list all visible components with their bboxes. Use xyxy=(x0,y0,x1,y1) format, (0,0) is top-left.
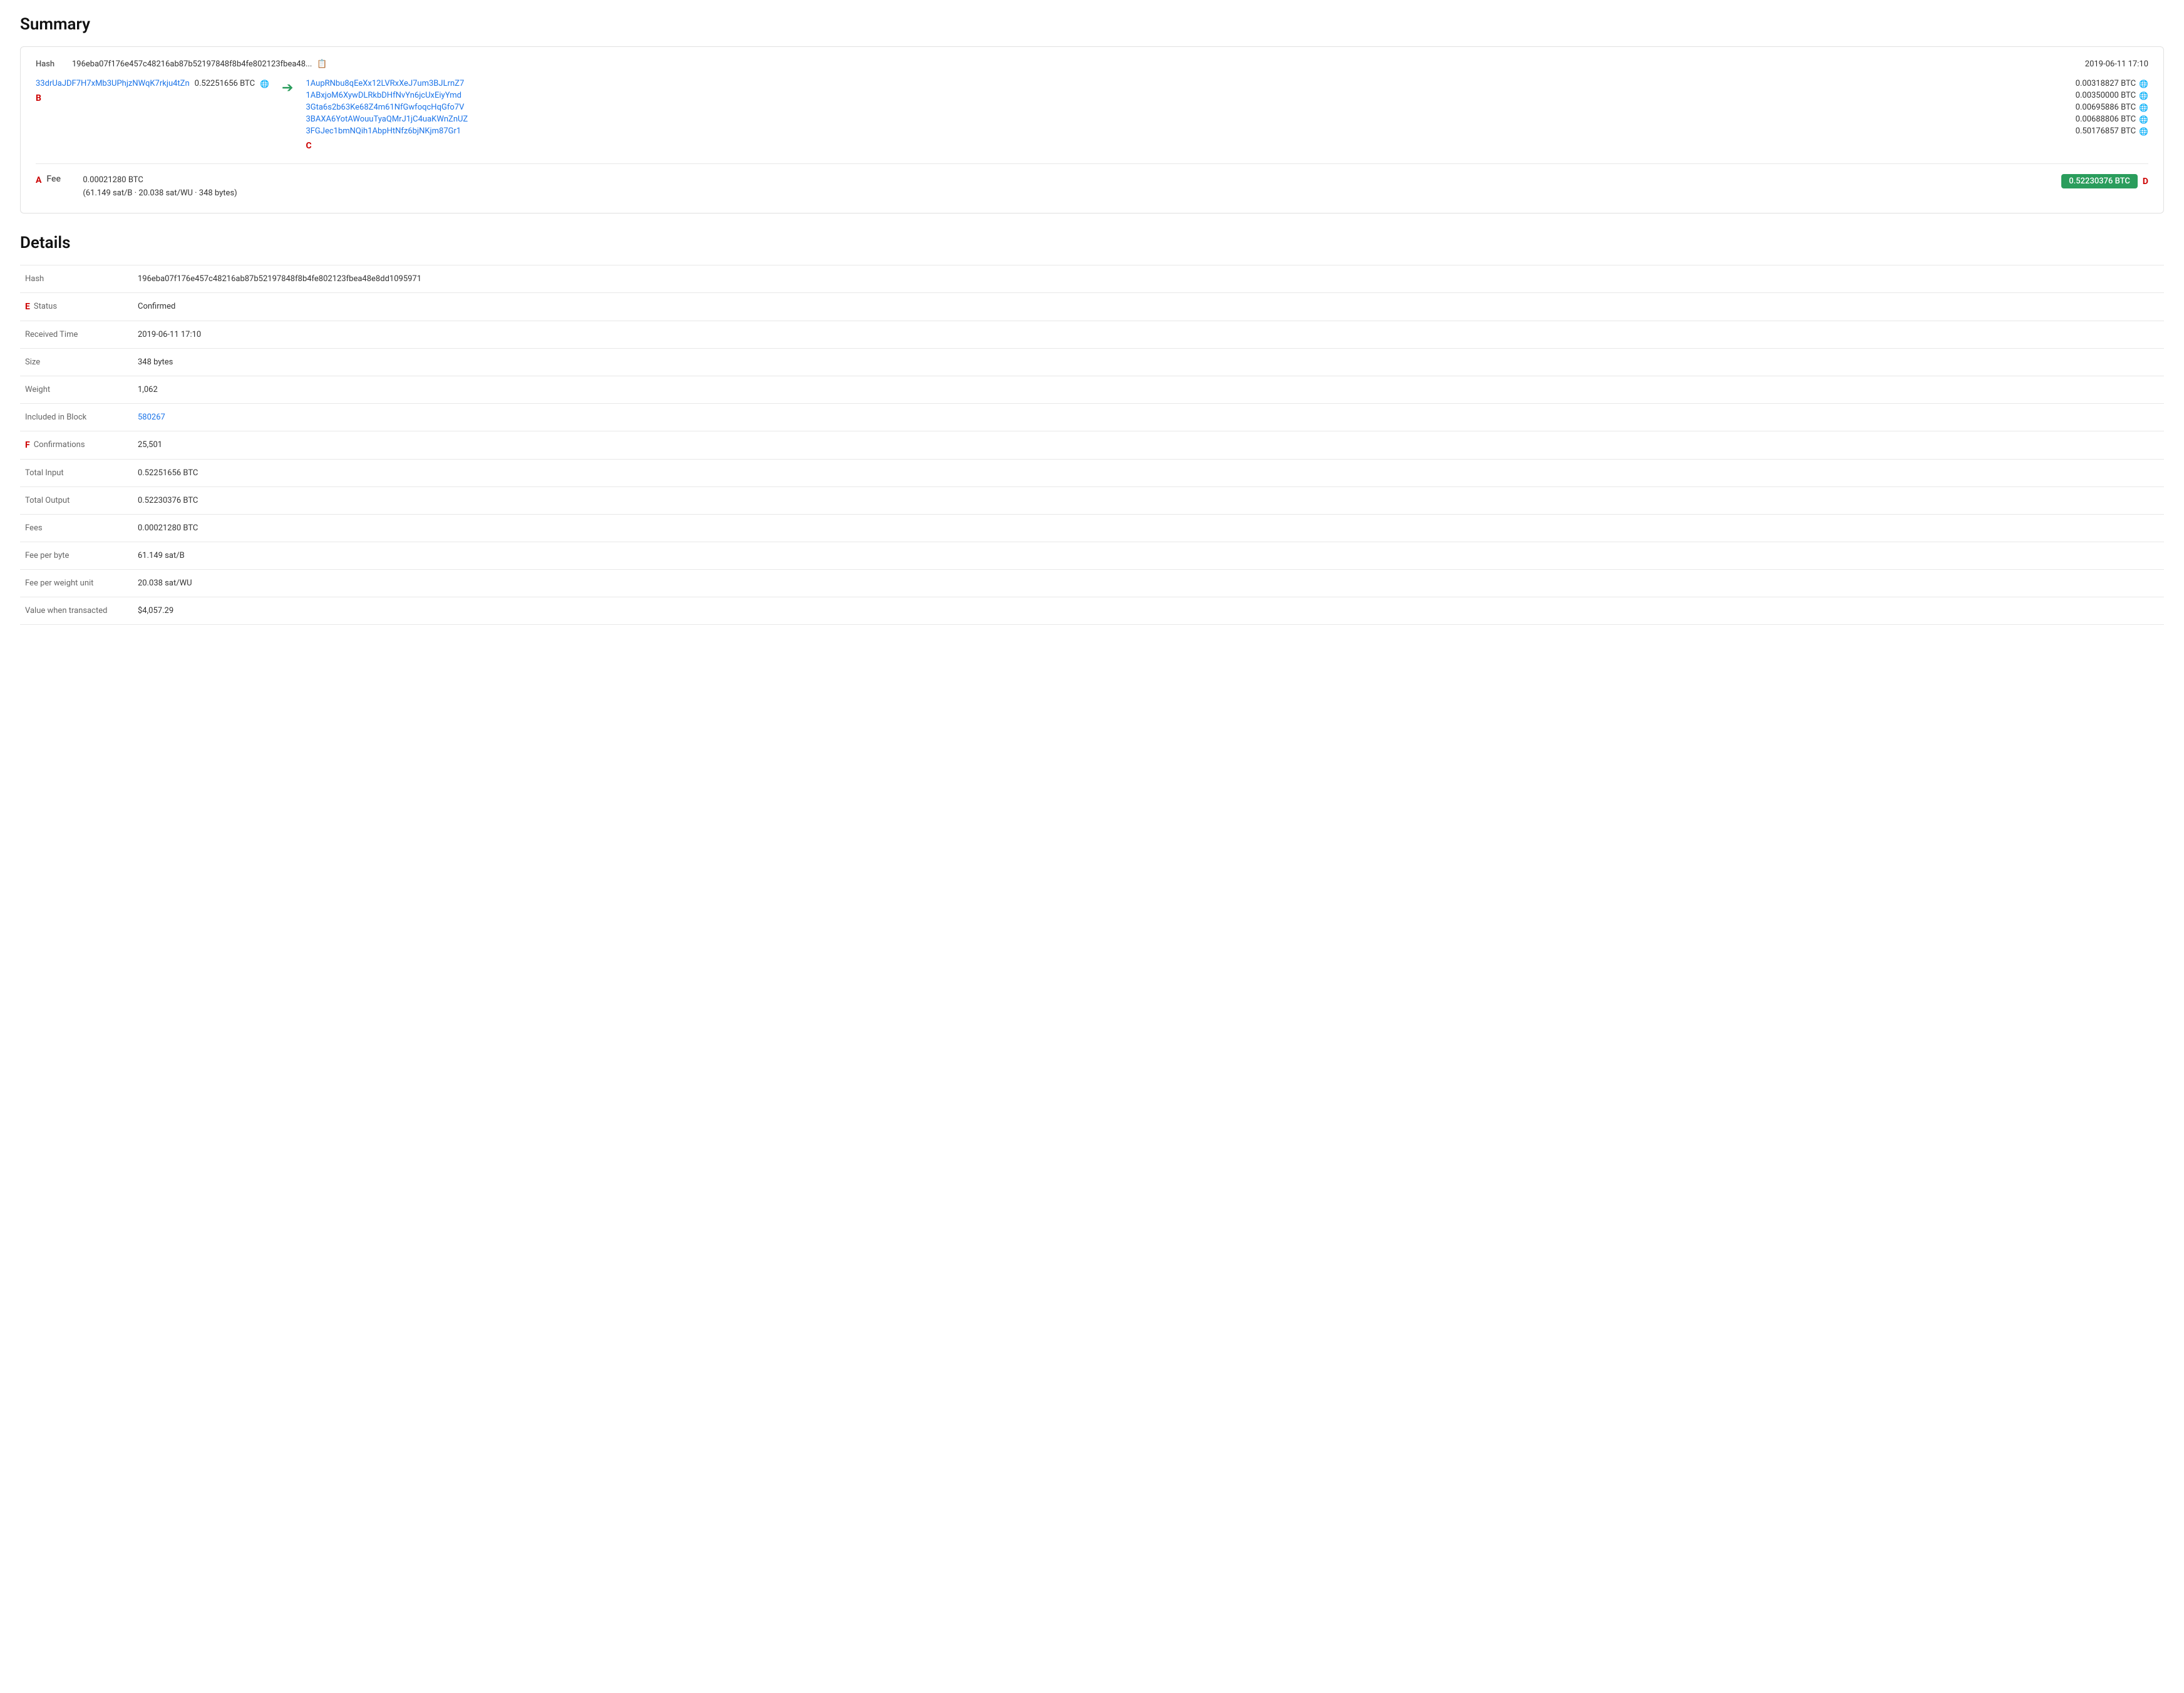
detail-label-status: E Status xyxy=(20,293,133,321)
output-amount-2: 0.00350000 BTC 🌐 xyxy=(2076,91,2148,100)
hash-row: Hash 196eba07f176e457c48216ab87b52197848… xyxy=(36,59,327,69)
detail-value-fees: 0.00021280 BTC xyxy=(133,514,2164,542)
detail-value-status: Confirmed xyxy=(133,292,2164,321)
detail-label-total-output: Total Output xyxy=(20,486,133,514)
table-row-total-output: Total Output 0.52230376 BTC xyxy=(20,486,2164,514)
detail-value-hash: 196eba07f176e457c48216ab87b52197848f8b4f… xyxy=(133,265,2164,292)
fee-label: Fee xyxy=(46,174,78,184)
detail-value-fee-per-wu: 20.038 sat/WU xyxy=(133,569,2164,597)
output-address-1[interactable]: 1AupRNbu8qEeXx12LVRxXeJ7um3BJLrnZ7 xyxy=(306,79,464,88)
summary-box: Hash 196eba07f176e457c48216ab87b52197848… xyxy=(20,46,2164,214)
detail-value-total-output: 0.52230376 BTC xyxy=(133,486,2164,514)
fee-left: A Fee 0.00021280 BTC (61.149 sat/B · 20.… xyxy=(36,174,237,200)
output-address-2[interactable]: 1ABxjoM6XywDLRkbDHfNvYn6jcUxEiyYmd xyxy=(306,91,461,100)
fee-row: A Fee 0.00021280 BTC (61.149 sat/B · 20.… xyxy=(36,163,2148,200)
output-amount-4: 0.00688806 BTC 🌐 xyxy=(2076,115,2148,124)
tx-flow: 33drUaJDF7H7xMb3UPhjzNWqK7rkju4tZn 0.522… xyxy=(36,79,2148,151)
table-row-value-transacted: Value when transacted $4,057.29 xyxy=(20,597,2164,624)
outputs-column: 1AupRNbu8qEeXx12LVRxXeJ7um3BJLrnZ7 0.003… xyxy=(306,79,2148,151)
table-row-weight: Weight 1,062 xyxy=(20,376,2164,403)
output-item-4: 3BAXA6YotAWouuTyaQMrJ1jC4uaKWnZnUZ 0.006… xyxy=(306,115,2148,124)
hash-short-value: 196eba07f176e457c48216ab87b52197848f8b4f… xyxy=(72,59,312,69)
detail-value-size: 348 bytes xyxy=(133,348,2164,376)
globe-icon-2: 🌐 xyxy=(2139,91,2148,100)
detail-label-size: Size xyxy=(20,348,133,376)
transaction-timestamp: 2019-06-11 17:10 xyxy=(2085,59,2148,69)
detail-value-fee-per-byte: 61.149 sat/B xyxy=(133,542,2164,569)
output-amount-1: 0.00318827 BTC 🌐 xyxy=(2076,79,2148,88)
block-link[interactable]: 580267 xyxy=(138,413,165,422)
globe-icon-3: 🌐 xyxy=(2139,103,2148,112)
label-f: F xyxy=(25,440,30,450)
table-row-received-time: Received Time 2019-06-11 17:10 xyxy=(20,321,2164,348)
detail-label-fee-per-wu: Fee per weight unit xyxy=(20,569,133,597)
output-amount-5: 0.50176857 BTC 🌐 xyxy=(2076,126,2148,136)
hash-label: Hash xyxy=(36,59,67,69)
details-section: Details Hash 196eba07f176e457c48216ab87b… xyxy=(20,234,2164,625)
copy-icon[interactable]: 📋 xyxy=(317,59,327,69)
label-b: B xyxy=(36,93,41,103)
input-amount: 0.52251656 BTC xyxy=(195,79,255,88)
details-table: Hash 196eba07f176e457c48216ab87b52197848… xyxy=(20,265,2164,625)
output-amount-3: 0.00695886 BTC 🌐 xyxy=(2076,103,2148,112)
label-a: A xyxy=(36,175,41,185)
table-row-fees: Fees 0.00021280 BTC xyxy=(20,514,2164,542)
output-address-5[interactable]: 3FGJec1bmNQih1AbpHtNfz6bjNKjm87Gr1 xyxy=(306,126,461,136)
inputs-column: 33drUaJDF7H7xMb3UPhjzNWqK7rkju4tZn 0.522… xyxy=(36,79,269,103)
summary-top-row: Hash 196eba07f176e457c48216ab87b52197848… xyxy=(36,59,2148,69)
output-item-3: 3Gta6s2b63Ke68Z4m61NfGwfoqcHqGfo7V 0.006… xyxy=(306,103,2148,112)
output-item-5: 3FGJec1bmNQih1AbpHtNfz6bjNKjm87Gr1 0.501… xyxy=(306,126,2148,136)
detail-label-received-time: Received Time xyxy=(20,321,133,348)
detail-value-block: 580267 xyxy=(133,403,2164,431)
table-row-status: E Status Confirmed xyxy=(20,292,2164,321)
output-item-1: 1AupRNbu8qEeXx12LVRxXeJ7um3BJLrnZ7 0.003… xyxy=(306,79,2148,88)
total-output-badge: 0.52230376 BTC xyxy=(2061,174,2138,188)
input-address-link[interactable]: 33drUaJDF7H7xMb3UPhjzNWqK7rkju4tZn xyxy=(36,79,190,88)
total-output-area: 0.52230376 BTC D xyxy=(2061,174,2148,188)
output-item-2: 1ABxjoM6XywDLRkbDHfNvYn6jcUxEiyYmd 0.003… xyxy=(306,91,2148,100)
output-address-4[interactable]: 3BAXA6YotAWouuTyaQMrJ1jC4uaKWnZnUZ xyxy=(306,115,468,124)
summary-section: Summary Hash 196eba07f176e457c48216ab87b… xyxy=(20,15,2164,214)
label-d: D xyxy=(2143,177,2148,187)
input-item: 33drUaJDF7H7xMb3UPhjzNWqK7rkju4tZn 0.522… xyxy=(36,79,269,88)
detail-label-value-transacted: Value when transacted xyxy=(20,597,133,624)
globe-icon-1: 🌐 xyxy=(2139,80,2148,88)
summary-title: Summary xyxy=(20,15,2164,34)
detail-value-received-time: 2019-06-11 17:10 xyxy=(133,321,2164,348)
output-address-3[interactable]: 3Gta6s2b63Ke68Z4m61NfGwfoqcHqGfo7V xyxy=(306,103,464,112)
table-row-fee-per-byte: Fee per byte 61.149 sat/B xyxy=(20,542,2164,569)
detail-value-total-input: 0.52251656 BTC xyxy=(133,459,2164,486)
detail-label-fee-per-byte: Fee per byte xyxy=(20,542,133,569)
table-row-hash: Hash 196eba07f176e457c48216ab87b52197848… xyxy=(20,265,2164,292)
globe-icon: 🌐 xyxy=(260,80,269,88)
detail-label-confirmations: F Confirmations xyxy=(20,431,133,459)
detail-value-weight: 1,062 xyxy=(133,376,2164,403)
detail-label-block: Included in Block xyxy=(20,403,133,431)
fee-btc: 0.00021280 BTC xyxy=(83,174,237,187)
table-row-size: Size 348 bytes xyxy=(20,348,2164,376)
globe-icon-5: 🌐 xyxy=(2139,127,2148,136)
detail-value-confirmations: 25,501 xyxy=(133,431,2164,459)
label-c: C xyxy=(306,141,311,151)
table-row-confirmations: F Confirmations 25,501 xyxy=(20,431,2164,459)
detail-label-hash: Hash xyxy=(20,265,133,292)
globe-icon-4: 🌐 xyxy=(2139,115,2148,124)
fee-details: 0.00021280 BTC (61.149 sat/B · 20.038 sa… xyxy=(83,174,237,200)
arrow-icon: ➔ xyxy=(282,80,293,96)
fee-detail: (61.149 sat/B · 20.038 sat/WU · 348 byte… xyxy=(83,187,237,200)
table-row-block: Included in Block 580267 xyxy=(20,403,2164,431)
detail-label-fees: Fees xyxy=(20,514,133,542)
detail-label-total-input: Total Input xyxy=(20,459,133,486)
table-row-fee-per-wu: Fee per weight unit 20.038 sat/WU xyxy=(20,569,2164,597)
label-e: E xyxy=(25,302,30,312)
table-row-total-input: Total Input 0.52251656 BTC xyxy=(20,459,2164,486)
detail-label-weight: Weight xyxy=(20,376,133,403)
detail-value-value-transacted: $4,057.29 xyxy=(133,597,2164,624)
details-title: Details xyxy=(20,234,2164,252)
